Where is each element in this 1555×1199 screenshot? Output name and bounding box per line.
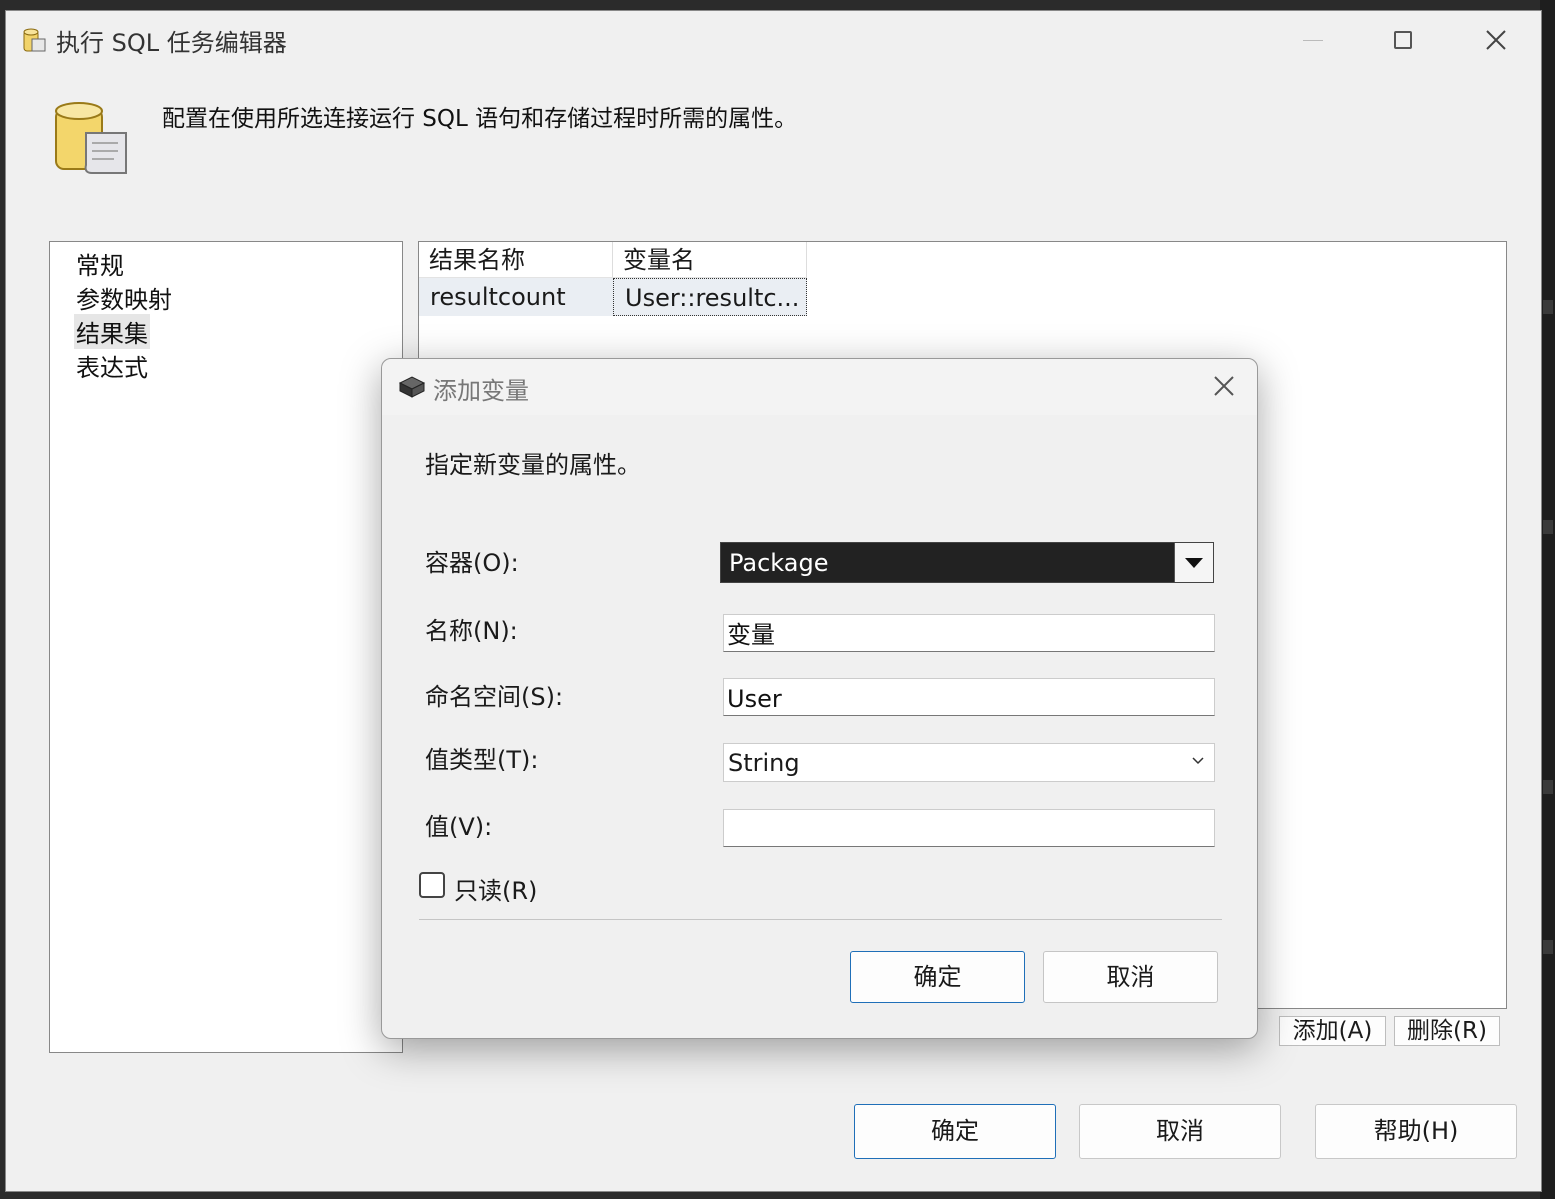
window-title: 执行 SQL 任务编辑器: [56, 29, 287, 57]
column-header-result-name[interactable]: 结果名称: [419, 242, 613, 278]
value-label: 值(V):: [425, 813, 493, 841]
help-button[interactable]: 帮助(H): [1315, 1104, 1517, 1159]
background-app-strip: [1540, 0, 1555, 1199]
cancel-button[interactable]: 取消: [1079, 1104, 1281, 1159]
cell-result-name[interactable]: resultcount: [419, 278, 613, 316]
value-type-select[interactable]: String: [723, 743, 1215, 782]
triangle-down-icon: [1185, 558, 1203, 568]
nav-item-expressions[interactable]: 表达式: [74, 348, 150, 383]
add-variable-dialog: 添加变量 指定新变量的属性。 容器(O): Package 名称(N): 变量 …: [381, 358, 1258, 1039]
variable-box-icon: [398, 376, 426, 398]
name-label: 名称(N):: [425, 617, 518, 645]
value-type-label: 值类型(T):: [425, 746, 539, 774]
add-button[interactable]: 添加(A): [1279, 1016, 1386, 1046]
readonly-checkbox[interactable]: [419, 872, 445, 898]
column-header-variable-name[interactable]: 变量名: [613, 242, 807, 278]
minimize-button[interactable]: [1283, 15, 1343, 65]
close-button[interactable]: [1466, 15, 1526, 65]
remove-button[interactable]: 删除(R): [1394, 1016, 1500, 1046]
dialog-close-icon[interactable]: [1204, 369, 1244, 405]
value-input[interactable]: [723, 809, 1215, 847]
minimize-icon: [1303, 39, 1323, 41]
sql-task-icon: [23, 28, 46, 52]
container-value: Package: [729, 549, 829, 577]
maximize-icon: [1394, 31, 1412, 49]
dialog-separator: [419, 919, 1222, 920]
nav-item-parameter-mapping[interactable]: 参数映射: [74, 280, 174, 315]
ok-button[interactable]: 确定: [854, 1104, 1056, 1159]
name-input[interactable]: 变量: [723, 614, 1215, 652]
dialog-description: 指定新变量的属性。: [425, 451, 641, 479]
chevron-down-icon: [1192, 757, 1204, 765]
database-script-icon: [55, 102, 127, 174]
dialog-cancel-button[interactable]: 取消: [1043, 951, 1218, 1003]
container-label: 容器(O):: [425, 549, 519, 577]
maximize-button[interactable]: [1373, 15, 1433, 65]
nav-item-result-set[interactable]: 结果集: [74, 314, 150, 349]
nav-item-general[interactable]: 常规: [74, 246, 126, 281]
dialog-title: 添加变量: [433, 377, 529, 405]
namespace-label: 命名空间(S):: [425, 683, 564, 711]
container-dropdown-button[interactable]: [1174, 543, 1213, 582]
cell-variable-name[interactable]: User::resultc...: [613, 278, 807, 316]
window-description: 配置在使用所选连接运行 SQL 语句和存储过程时所需的属性。: [162, 106, 798, 132]
value-type-value: String: [728, 749, 800, 777]
container-select[interactable]: Package: [720, 542, 1214, 583]
readonly-label[interactable]: 只读(R): [454, 871, 537, 906]
close-icon: [1486, 30, 1506, 50]
dialog-title-bar: 添加变量: [382, 359, 1257, 415]
title-bar: 执行 SQL 任务编辑器: [6, 11, 1541, 67]
namespace-input[interactable]: User: [723, 678, 1215, 716]
nav-list: 常规 参数映射 结果集 表达式: [49, 241, 403, 1053]
dialog-ok-button[interactable]: 确定: [850, 951, 1025, 1003]
